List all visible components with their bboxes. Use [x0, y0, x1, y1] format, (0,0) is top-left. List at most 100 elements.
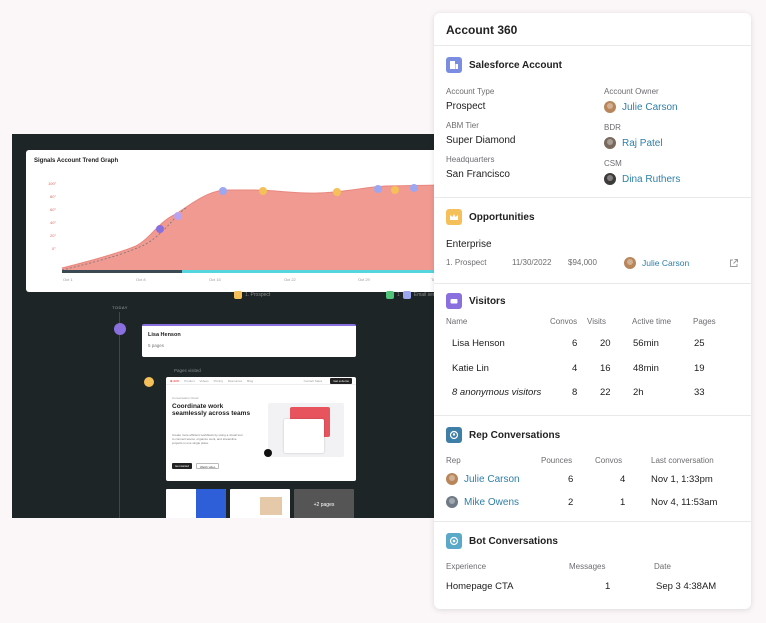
rep-pounces: 2	[568, 497, 574, 508]
page-preview[interactable]: ⊛ drift Product Videos Pricing Resources…	[166, 377, 356, 481]
bot-icon	[446, 533, 462, 549]
hq-value: San Francisco	[446, 169, 510, 180]
visitor-convos: 4	[572, 363, 578, 374]
account-owner[interactable]: Julie Carson	[604, 101, 678, 113]
panel-title: Account 360	[446, 23, 518, 37]
x-tick: Oct 15	[209, 277, 222, 282]
col-convos: Convos	[550, 317, 578, 326]
site-secondary-button: Watch video	[196, 463, 220, 469]
visitor-name: Lisa Henson	[148, 332, 181, 338]
site-nav-item: Resources	[227, 378, 243, 383]
rep-pounces: 6	[568, 474, 574, 485]
account-owner-label: Account Owner	[604, 87, 659, 96]
x-tick: Oct 1	[63, 277, 73, 282]
visitor-card[interactable]: Lisa Henson 5 pages	[142, 324, 356, 357]
col-last-conversation: Last conversation	[651, 456, 714, 465]
avatar	[446, 473, 458, 485]
col-experience: Experience	[446, 562, 487, 571]
trend-graph: 100° 80° 60° 40° 20° 0° Oct 1 Oct 8 Oct …	[48, 181, 444, 282]
bdr-person[interactable]: Raj Patel	[604, 137, 663, 149]
site-logo: ⊛ drift	[170, 378, 180, 383]
opportunities-heading: Opportunities	[446, 209, 535, 225]
rep-last: Nov 4, 11:53am	[651, 497, 718, 508]
csm-person[interactable]: Dina Ruthers	[604, 173, 680, 185]
signal-marker	[333, 188, 341, 196]
page-node-icon	[144, 377, 154, 387]
rep-person: Mike Owens	[446, 496, 519, 508]
col-date: Date	[654, 562, 671, 571]
x-tick: Oct 29	[358, 277, 371, 282]
col-name: Name	[446, 317, 468, 326]
visitor-visits: 20	[600, 338, 611, 349]
bot-date: Sep 3 4:38AM	[656, 581, 717, 592]
visitor-pages: 19	[694, 363, 705, 374]
signal-marker	[156, 225, 164, 233]
external-link-icon[interactable]	[729, 258, 739, 268]
site-hero-image	[264, 403, 344, 457]
account-360-panel: Account 360 Salesforce Account Account T…	[434, 13, 751, 609]
avatar	[604, 173, 616, 185]
page-thumbnail[interactable]	[230, 489, 290, 518]
visitor-pages: 25	[694, 338, 705, 349]
signal-marker	[374, 185, 382, 193]
signal-marker	[410, 184, 418, 192]
visitor-pages: 33	[694, 387, 705, 398]
signals-backdrop: Signals Account Trend Graph 100° 80° 60°…	[12, 134, 452, 518]
x-tick: Oct 8	[136, 277, 146, 282]
account-type-value: Prospect	[446, 101, 486, 112]
signal-marker	[219, 187, 227, 195]
visitors-heading: Visitors	[446, 293, 506, 309]
site-nav-item: Product	[184, 378, 195, 383]
timeline-line	[119, 312, 120, 518]
opportunity-owner[interactable]: Julie Carson	[624, 257, 689, 269]
visitor-icon	[446, 293, 462, 309]
x-tick: Oct 22	[284, 277, 297, 282]
site-kicker: Conversation Cloud	[172, 396, 199, 400]
pages-visited-label: Pages visited	[174, 368, 201, 373]
visitor-visits: 22	[600, 387, 611, 398]
col-messages: Messages	[569, 562, 606, 571]
divider	[434, 197, 751, 198]
hq-label: Headquarters	[446, 155, 495, 164]
rep-conversations-heading: Rep Conversations	[446, 427, 560, 443]
divider	[434, 45, 751, 46]
opportunity-date: 11/30/2022	[512, 258, 552, 267]
visitor-visits: 16	[600, 363, 611, 374]
visitor-name: 8 anonymous visitors	[452, 387, 542, 398]
visitor-active: 2h	[633, 387, 644, 398]
col-pages: Pages	[693, 317, 716, 326]
visitor-pages: 5 pages	[148, 343, 165, 348]
opportunity-name[interactable]: Enterprise	[446, 239, 492, 250]
y-tick: 20°	[50, 233, 56, 238]
visitor-convos: 6	[572, 338, 578, 349]
site-nav: ⊛ drift Product Videos Pricing Resources…	[166, 377, 356, 385]
avatar	[446, 496, 458, 508]
site-headline: Coordinate work seamlessly across teams	[172, 403, 251, 417]
rep-chat-icon	[446, 427, 462, 443]
visitor-convos: 8	[572, 387, 578, 398]
col-active-time: Active time	[632, 317, 672, 326]
avatar	[604, 101, 616, 113]
crown-icon	[446, 209, 462, 225]
rep-convos: 1	[620, 497, 626, 508]
today-label: TODAY	[112, 305, 128, 310]
page-thumbnail[interactable]	[166, 489, 226, 518]
salesforce-heading: Salesforce Account	[446, 57, 562, 73]
y-tick: 80°	[50, 194, 56, 199]
site-nav-cta: Get a demo	[330, 377, 352, 384]
y-tick: 100°	[48, 181, 57, 186]
signal-marker	[391, 186, 399, 194]
more-pages[interactable]: +2 pages	[294, 489, 354, 518]
visitor-active: 48min	[633, 363, 659, 374]
col-visits: Visits	[587, 317, 606, 326]
opportunity-amount: $94,000	[568, 258, 597, 267]
bot-conversations-heading: Bot Conversations	[446, 533, 558, 549]
site-body: Create more efficient workflows by using…	[172, 433, 243, 445]
col-pounces: Pounces	[541, 456, 573, 465]
visitor-node-icon	[114, 323, 126, 335]
y-tick: 40°	[50, 220, 56, 225]
divider	[434, 283, 751, 284]
timeline-bar-dark	[62, 270, 182, 273]
opportunity-stage: 1. Prospect	[446, 258, 487, 267]
avatar	[624, 257, 636, 269]
